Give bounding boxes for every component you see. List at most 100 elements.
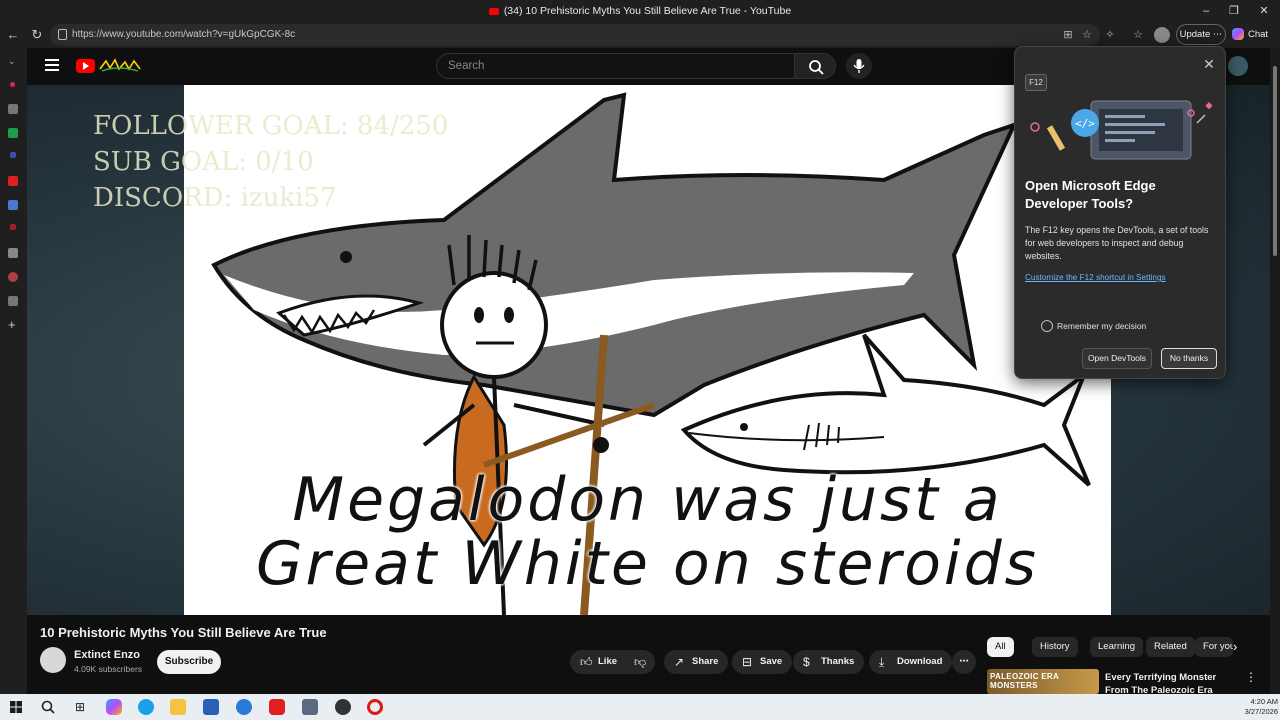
dialog-body: The F12 key opens the DevTools, a set of… xyxy=(1025,225,1209,261)
opera-icon[interactable] xyxy=(367,699,383,715)
thanks-button[interactable]: $ Thanks xyxy=(793,650,865,674)
recommended-thumbnail[interactable]: PALEOZOIC ERA MONSTERS xyxy=(987,669,1099,694)
remember-decision-label[interactable]: Remember my decision xyxy=(1057,321,1146,331)
more-horizontal-icon: ⋯ xyxy=(959,656,969,667)
favorite-star-icon[interactable]: ☆ xyxy=(1079,27,1095,43)
lock-icon xyxy=(58,29,67,40)
chip-related[interactable]: Related xyxy=(1146,637,1195,657)
chip-learning[interactable]: Learning xyxy=(1090,637,1143,657)
follower-goal-text: FOLLOWER GOAL: 84/250 xyxy=(93,111,449,141)
share-label: Share xyxy=(692,656,719,667)
discord-text: DISCORD: izuki57 xyxy=(93,183,337,213)
channel-name[interactable]: Extinct Enzo xyxy=(74,649,140,661)
clock-time: 4:20 AM xyxy=(1250,697,1278,706)
close-icon[interactable]: ✕ xyxy=(1201,56,1217,72)
chip-history[interactable]: History xyxy=(1032,637,1078,657)
edge-sidebar: ⌄ + xyxy=(0,48,27,694)
caption-line-1: Megalodon was just a xyxy=(292,465,1003,535)
search-input[interactable]: Search xyxy=(436,53,795,79)
tab-icon-8[interactable] xyxy=(8,272,18,282)
thanks-icon: $ xyxy=(803,655,810,669)
app-available-icon[interactable]: ⊞ xyxy=(1060,27,1076,43)
menu-icon[interactable] xyxy=(45,59,59,71)
add-tab-icon[interactable]: + xyxy=(8,318,18,331)
chip-for-you[interactable]: For you xyxy=(1195,637,1233,657)
back-arrow-icon[interactable]: ← xyxy=(4,26,22,44)
tab-icon-3[interactable] xyxy=(10,152,16,158)
like-button[interactable]: 👍︎ Like xyxy=(570,650,630,674)
search-taskbar-icon[interactable] xyxy=(40,699,56,715)
window-title-bar: (34) 10 Prehistoric Myths You Still Beli… xyxy=(0,0,1280,22)
chip-all[interactable]: All xyxy=(987,637,1014,657)
chevron-right-icon[interactable]: › xyxy=(1233,639,1237,654)
address-bar[interactable]: https://www.youtube.com/watch?v=gUkGpCGK… xyxy=(50,24,1100,46)
windows-start-icon[interactable] xyxy=(8,699,24,715)
tab-icon-4[interactable] xyxy=(8,176,18,186)
custom-doodle-logo[interactable] xyxy=(98,57,144,74)
bookmark-icon: ⊟ xyxy=(742,655,753,669)
customize-shortcut-link[interactable]: Customize the F12 shortcut in Settings xyxy=(1025,273,1166,282)
dislike-button[interactable]: 👎︎ xyxy=(627,650,655,674)
stream-goals-overlay: FOLLOWER GOAL: 84/250 SUB GOAL: 0/10 DIS… xyxy=(93,108,448,216)
file-explorer-icon[interactable] xyxy=(170,699,186,715)
url-text[interactable]: https://www.youtube.com/watch?v=gUkGpCGK… xyxy=(72,29,295,40)
refresh-icon[interactable]: ↻ xyxy=(28,26,46,44)
voice-search-button[interactable] xyxy=(846,53,872,79)
app-icon-blue[interactable] xyxy=(236,699,252,715)
profile-avatar[interactable] xyxy=(1154,27,1170,43)
copilot-chat-button[interactable]: Chat xyxy=(1232,24,1278,45)
svg-text:</>: </> xyxy=(1075,117,1095,130)
f12-badge: F12 xyxy=(1025,74,1047,91)
mute-tab-icon[interactable] xyxy=(8,104,18,114)
store-icon[interactable] xyxy=(203,699,219,715)
account-avatar[interactable] xyxy=(1228,56,1248,76)
youtube-logo[interactable] xyxy=(76,59,95,73)
close-window-button[interactable]: ✕ xyxy=(1254,3,1274,19)
taskbar-clock[interactable]: 4:20 AM 3/27/2026 xyxy=(1232,697,1278,717)
tab-icon-1[interactable] xyxy=(10,82,15,87)
app-icon-gray[interactable] xyxy=(302,699,318,715)
tab-icon-7[interactable] xyxy=(8,248,18,258)
window-title-text: (34) 10 Prehistoric Myths You Still Beli… xyxy=(503,5,792,17)
devtools-illustration: </> xyxy=(1030,100,1213,160)
favorites-icon[interactable]: ☆ xyxy=(1130,27,1146,43)
tab-icon-5[interactable] xyxy=(8,200,18,210)
subscribe-button[interactable]: Subscribe xyxy=(157,650,221,674)
thumbs-down-icon: 👎︎ xyxy=(634,655,647,669)
minimize-button[interactable]: – xyxy=(1196,3,1216,19)
update-button[interactable]: Update ⋯ xyxy=(1176,24,1226,45)
clock-date: 3/27/2026 xyxy=(1244,707,1278,716)
search-button[interactable] xyxy=(794,53,836,79)
recommended-title[interactable]: Every Terrifying Monster From The Paleoz… xyxy=(1105,671,1233,694)
dialog-title: Open Microsoft Edge Developer Tools? xyxy=(1025,178,1156,211)
open-devtools-button[interactable]: Open DevTools xyxy=(1082,348,1152,369)
extensions-icon[interactable]: ✧ xyxy=(1102,27,1118,43)
channel-avatar[interactable] xyxy=(40,647,66,673)
sub-goal-text: SUB GOAL: 0/10 xyxy=(93,147,314,177)
more-actions-button[interactable]: ⋯ xyxy=(952,650,976,674)
share-icon: ↗ xyxy=(674,655,685,669)
tab-icon-6[interactable] xyxy=(10,224,16,230)
share-button[interactable]: ↗ Share xyxy=(664,650,729,674)
page-scrollbar[interactable] xyxy=(1270,48,1280,694)
no-thanks-button[interactable]: No thanks xyxy=(1161,348,1217,369)
like-label: Like xyxy=(598,656,618,667)
app-icon-dark[interactable] xyxy=(335,699,351,715)
more-vertical-icon[interactable]: ⋮ xyxy=(1245,670,1257,684)
devtools-dialog: F12 ✕ </> Open Microsoft Edge Developer … xyxy=(1014,46,1226,379)
download-button[interactable]: ⤓ Download xyxy=(869,650,953,674)
remember-decision-checkbox[interactable] xyxy=(1041,320,1053,332)
chevron-down-icon[interactable]: ⌄ xyxy=(8,57,18,66)
tab-icon-excel[interactable] xyxy=(8,128,18,138)
save-button[interactable]: ⊟ Save xyxy=(732,650,793,674)
scrollbar-thumb[interactable] xyxy=(1273,66,1277,256)
tab-icon-9[interactable] xyxy=(8,296,18,306)
copilot-taskbar-icon[interactable] xyxy=(106,699,122,715)
video-title: 10 Prehistoric Myths You Still Believe A… xyxy=(40,625,327,640)
task-view-icon[interactable]: ⊞ xyxy=(72,699,88,715)
microphone-icon xyxy=(853,59,865,73)
youtube-taskbar-icon[interactable] xyxy=(269,699,285,715)
caption-line-2: Great White on steroids xyxy=(256,529,1039,599)
edge-taskbar-icon[interactable] xyxy=(138,699,154,715)
restore-button[interactable]: ❐ xyxy=(1224,3,1244,19)
